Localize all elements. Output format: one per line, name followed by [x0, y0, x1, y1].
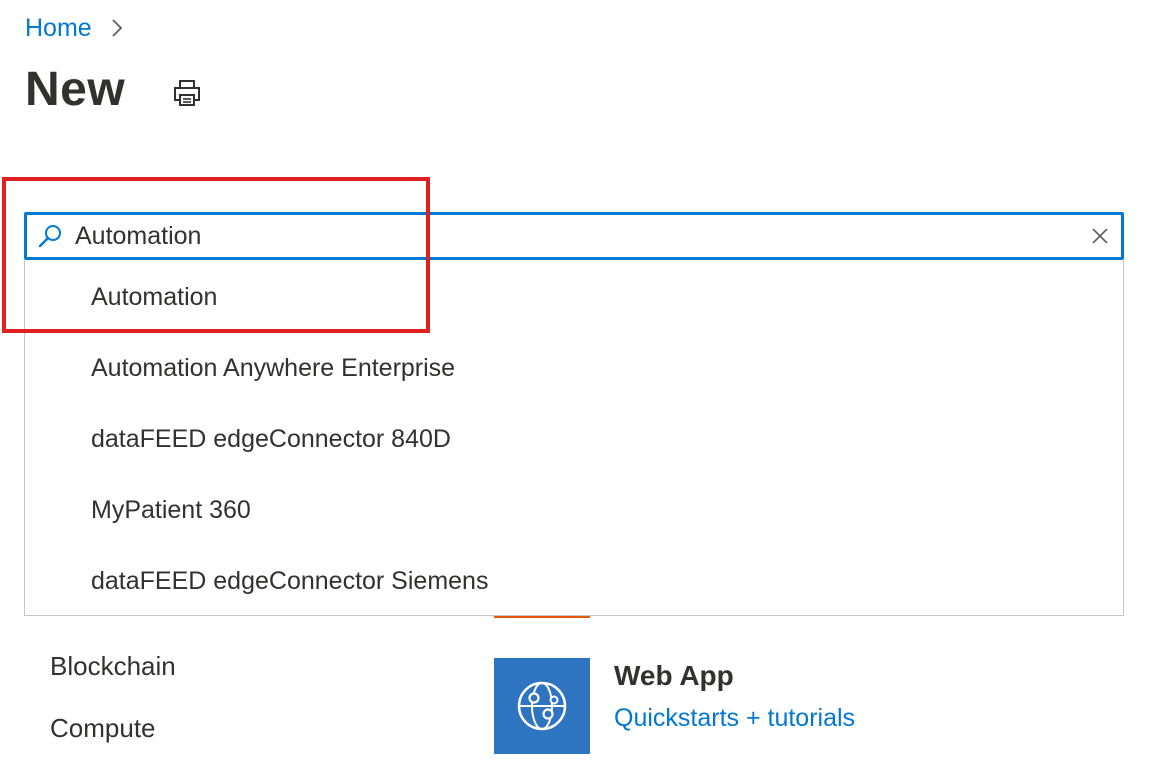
print-icon	[174, 80, 200, 106]
chevron-right-icon	[106, 17, 128, 39]
search-input[interactable]	[75, 221, 1055, 251]
breadcrumb-home-link[interactable]: Home	[25, 14, 92, 43]
web-app-title: Web App	[614, 660, 734, 691]
marketplace-search-box	[24, 212, 1124, 260]
suggestion-item[interactable]: dataFEED edgeConnector Siemens	[91, 565, 488, 597]
category-item-blockchain[interactable]: Blockchain	[50, 651, 176, 682]
suggestion-item[interactable]: dataFEED edgeConnector 840D	[91, 423, 451, 455]
web-app-tile[interactable]	[494, 658, 590, 754]
search-icon	[37, 223, 63, 249]
category-item-compute[interactable]: Compute	[50, 713, 156, 744]
web-app-globe-icon	[517, 681, 567, 731]
suggestion-item[interactable]: Automation	[91, 281, 217, 313]
web-app-quickstarts-link[interactable]: Quickstarts + tutorials	[614, 704, 855, 733]
print-button[interactable]	[170, 76, 204, 110]
suggestion-item[interactable]: Automation Anywhere Enterprise	[91, 352, 455, 384]
breadcrumb: Home	[25, 12, 128, 44]
close-icon	[1092, 228, 1108, 244]
page-title: New	[25, 63, 126, 116]
clear-search-button[interactable]	[1089, 225, 1111, 247]
suggestion-item[interactable]: MyPatient 360	[91, 494, 251, 526]
search-suggestions-dropdown: Automation Automation Anywhere Enterpris…	[24, 260, 1124, 616]
